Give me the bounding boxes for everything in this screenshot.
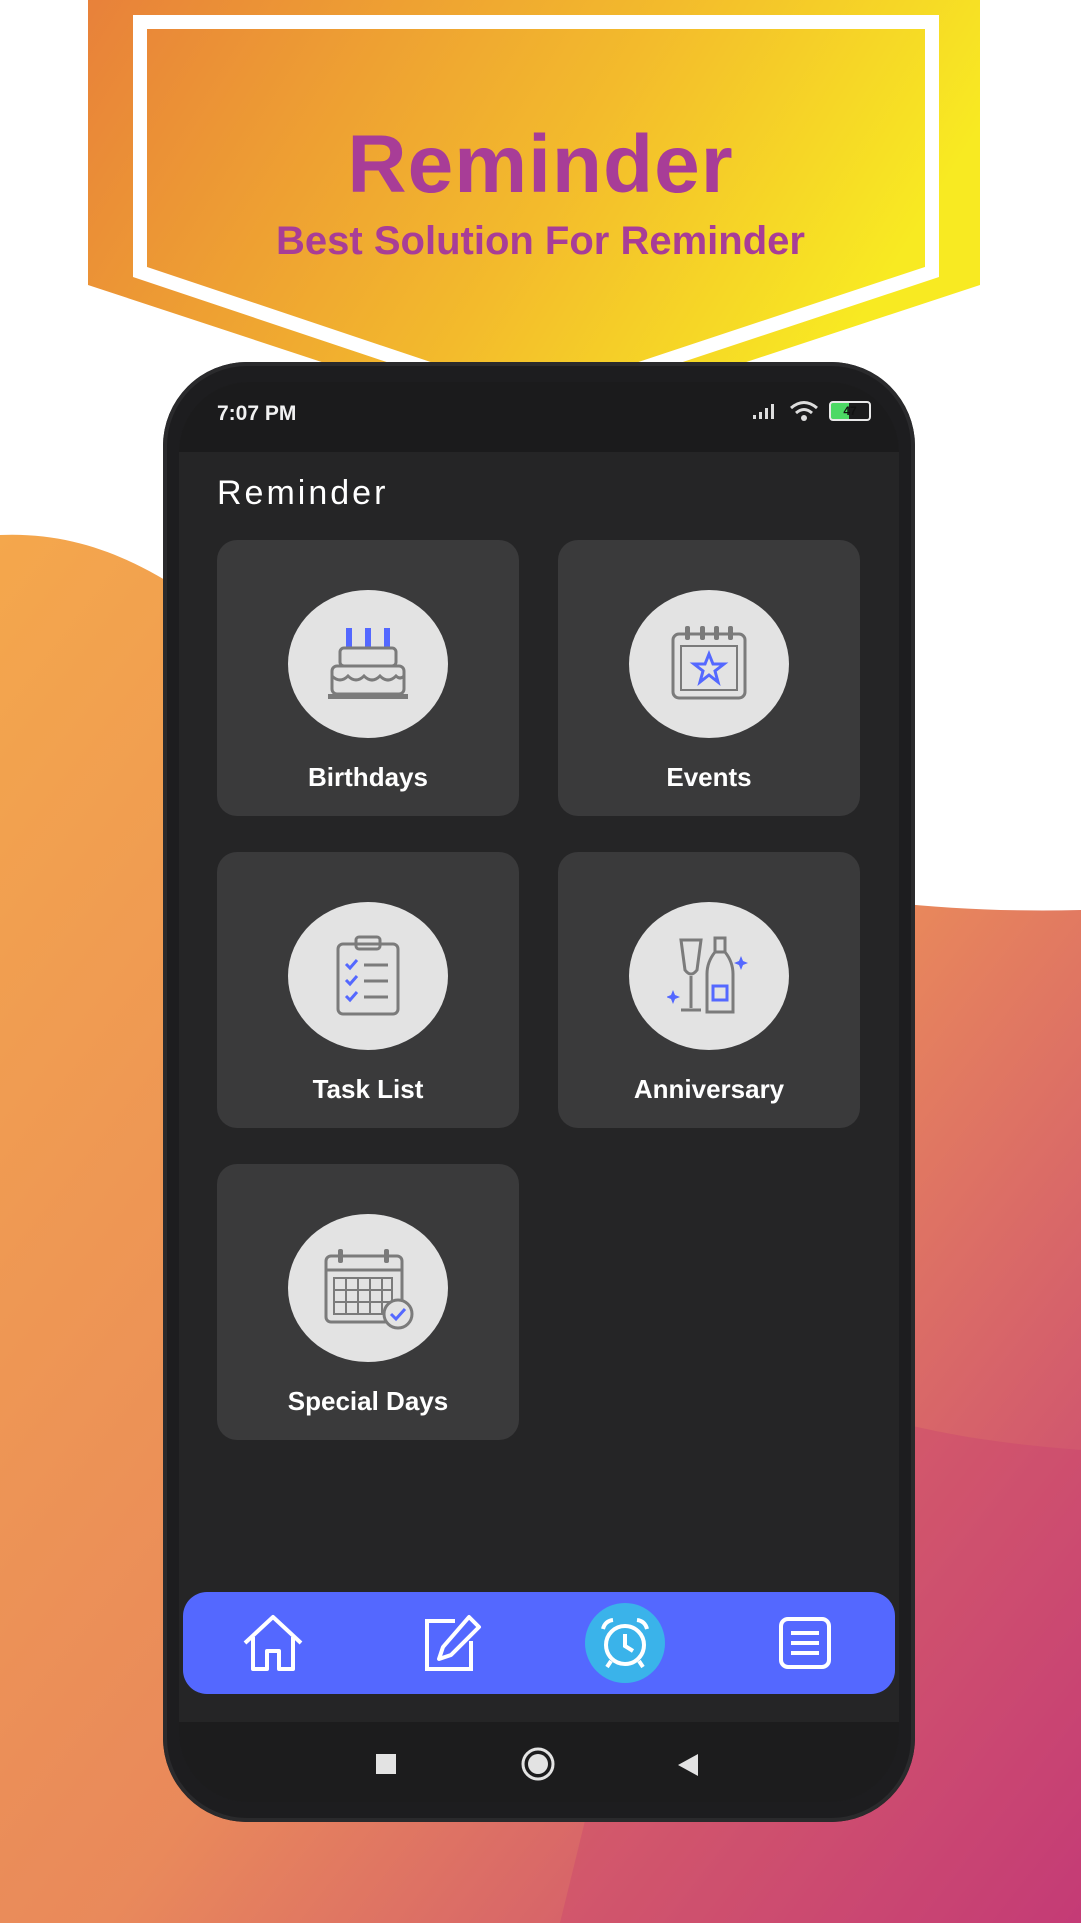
- card-label: Events: [666, 762, 752, 792]
- banner-title: Reminder: [347, 119, 734, 210]
- birthday-cake-icon: [288, 590, 448, 738]
- app-title: Reminder: [217, 474, 389, 512]
- phone-frame: 7:07 PM 47 Reminder Birthdays Events Tas…: [163, 362, 915, 1822]
- champagne-icon: [629, 902, 789, 1050]
- calendar-star-icon: [629, 590, 789, 738]
- nav-home-button[interactable]: [233, 1603, 313, 1683]
- home-circle-icon[interactable]: [520, 1746, 556, 1782]
- clipboard-checklist-icon: [288, 902, 448, 1050]
- card-birthdays[interactable]: Birthdays: [217, 540, 519, 816]
- card-label: Birthdays: [308, 762, 428, 792]
- recents-icon[interactable]: [374, 1752, 398, 1776]
- card-label: Task List: [312, 1074, 424, 1104]
- card-anniversary[interactable]: Anniversary: [558, 852, 860, 1128]
- nav-list-button[interactable]: [765, 1603, 845, 1683]
- card-label: Anniversary: [633, 1074, 785, 1104]
- alarm-clock-icon: [601, 1618, 649, 1669]
- bottom-navigation: [183, 1592, 895, 1694]
- card-special-days[interactable]: Special Days: [217, 1164, 519, 1440]
- calendar-check-icon: [288, 1214, 448, 1362]
- card-events[interactable]: Events: [558, 540, 860, 816]
- list-icon: [779, 1617, 831, 1669]
- camera-notch: [349, 382, 729, 452]
- wifi-icon: [790, 401, 818, 421]
- banner-subtitle: Best Solution For Reminder: [276, 219, 805, 263]
- card-task-list[interactable]: Task List: [217, 852, 519, 1128]
- card-label: Special Days: [287, 1386, 449, 1416]
- status-icons: 47: [751, 400, 871, 422]
- edit-icon: [425, 1615, 481, 1671]
- status-time: 7:07 PM: [217, 402, 297, 425]
- battery-icon: 47: [829, 401, 871, 421]
- back-icon[interactable]: [676, 1752, 700, 1778]
- system-navigation-bar: [179, 1722, 899, 1802]
- nav-edit-button[interactable]: [411, 1603, 491, 1683]
- signal-icon: [753, 404, 774, 419]
- phone-screen: 7:07 PM 47 Reminder Birthdays Events Tas…: [179, 382, 899, 1802]
- nav-reminder-button[interactable]: [585, 1603, 665, 1683]
- home-icon: [243, 1615, 303, 1671]
